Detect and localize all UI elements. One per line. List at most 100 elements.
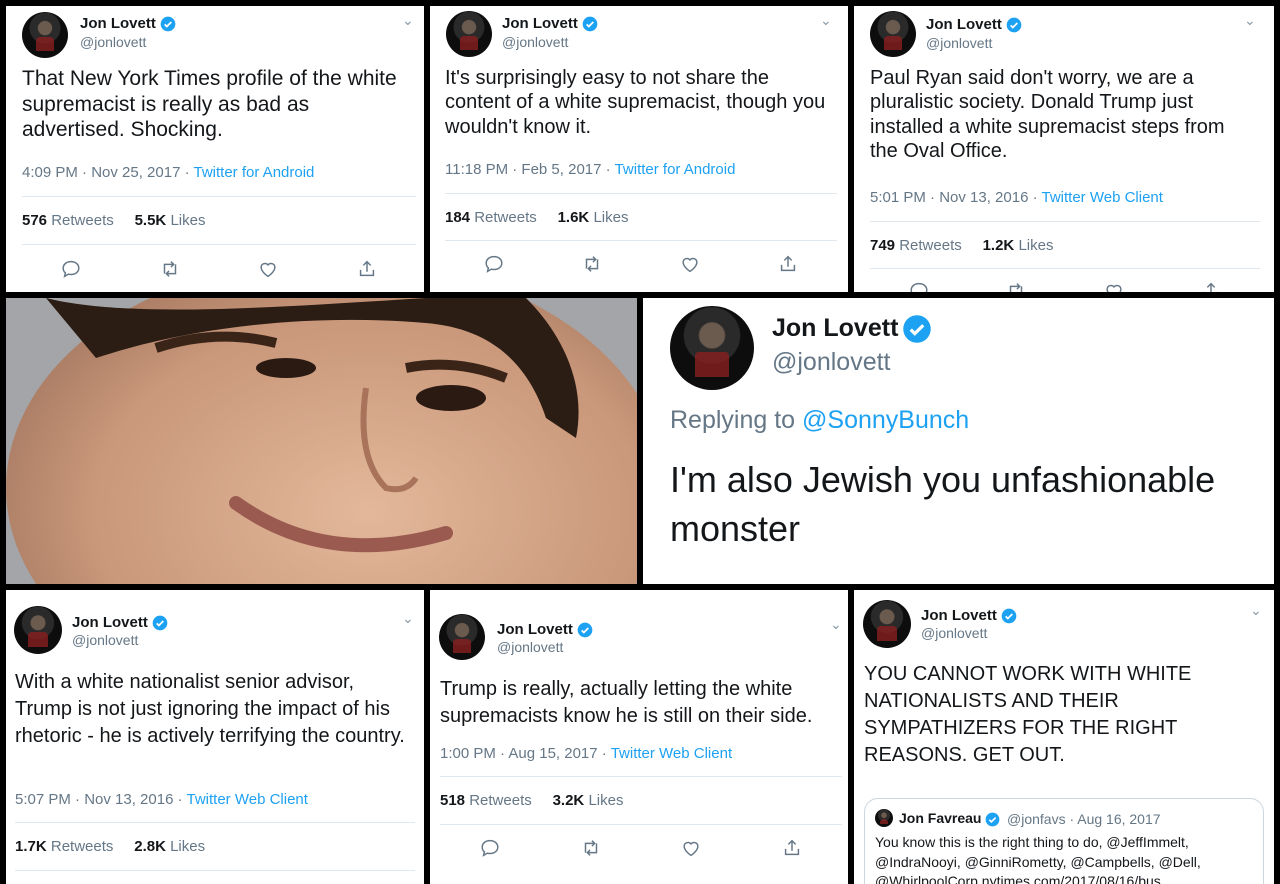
- author-name[interactable]: Jon Lovett: [72, 614, 168, 631]
- retweet-count[interactable]: 184: [445, 209, 470, 226]
- tweet-text: I'm also Jewish you unfashionable monste…: [670, 459, 1216, 549]
- retweet-count[interactable]: 518: [440, 792, 465, 809]
- tweet-card-5[interactable]: Jon Lovett @jonlovett ⌄ Trump is really,…: [430, 590, 848, 884]
- like-count[interactable]: 2.8K: [134, 838, 166, 855]
- quoted-tweet[interactable]: Jon Favreau @jonfavs · Aug 16, 2017 You …: [864, 798, 1264, 884]
- like-count[interactable]: 1.6K: [558, 209, 590, 226]
- reply-icon[interactable]: [483, 253, 505, 275]
- divider: [22, 196, 416, 197]
- avatar[interactable]: [446, 11, 492, 57]
- divider: [440, 824, 842, 825]
- reply-icon[interactable]: [479, 837, 501, 859]
- quoted-author-avatar[interactable]: [875, 809, 893, 827]
- author-handle[interactable]: @jonlovett: [72, 632, 138, 648]
- retweet-count[interactable]: 576: [22, 212, 47, 229]
- author-name-text: Jon Lovett: [72, 614, 148, 631]
- retweet-count[interactable]: 749: [870, 237, 895, 254]
- like-count[interactable]: 5.5K: [135, 212, 167, 229]
- tweet-text: With a white nationalist senior advisor,…: [15, 671, 405, 747]
- retweet-icon[interactable]: [581, 253, 603, 275]
- author-handle[interactable]: @jonlovett: [926, 35, 992, 51]
- retweets-label: Retweets: [469, 792, 532, 809]
- replying-to: Replying to @SonnyBunch: [670, 406, 969, 435]
- author-name[interactable]: Jon Lovett: [80, 15, 176, 32]
- tweet-text: It's surprisingly easy to not share the …: [445, 67, 826, 138]
- author-handle[interactable]: @jonlovett: [80, 34, 146, 50]
- share-icon[interactable]: [777, 253, 799, 275]
- tweet-source-link[interactable]: Twitter Web Client: [611, 745, 732, 762]
- like-count[interactable]: 1.2K: [983, 237, 1015, 254]
- verified-badge-icon: [577, 622, 593, 638]
- chevron-down-icon[interactable]: ⌄: [402, 610, 414, 627]
- reply-tweet-card[interactable]: Jon Lovett @jonlovett Replying to @Sonny…: [643, 298, 1274, 584]
- tweet-card-3[interactable]: Jon Lovett @jonlovett ⌄ Paul Ryan said d…: [854, 6, 1274, 292]
- tweet-timestamp: 4:09 PM · Nov 25, 2017 · Twitter for And…: [22, 164, 314, 181]
- divider: [870, 221, 1260, 222]
- like-heart-icon[interactable]: [679, 253, 701, 275]
- avatar[interactable]: [14, 606, 62, 654]
- tweet-source-link[interactable]: Twitter for Android: [194, 164, 315, 181]
- share-icon[interactable]: [356, 258, 378, 280]
- like-heart-icon[interactable]: [680, 837, 702, 859]
- divider: [870, 268, 1260, 269]
- chevron-down-icon[interactable]: ⌄: [1250, 602, 1262, 619]
- likes-label: Likes: [588, 792, 624, 809]
- share-icon[interactable]: [1200, 280, 1222, 292]
- retweet-icon[interactable]: [580, 837, 602, 859]
- verified-badge-icon: [160, 16, 176, 32]
- tweet-timestamp: 5:07 PM · Nov 13, 2016 · Twitter Web Cli…: [15, 791, 308, 808]
- retweets-label: Retweets: [51, 212, 114, 229]
- like-heart-icon[interactable]: [257, 258, 279, 280]
- author-name[interactable]: Jon Lovett: [497, 621, 593, 638]
- avatar[interactable]: [22, 12, 68, 58]
- portrait-illustration: [6, 298, 637, 584]
- author-handle[interactable]: @jonlovett: [497, 639, 563, 655]
- tweet-card-2[interactable]: Jon Lovett @jonlovett ⌄ It's surprisingl…: [430, 6, 848, 292]
- chevron-down-icon[interactable]: ⌄: [820, 12, 832, 29]
- author-handle[interactable]: @jonlovett: [502, 34, 568, 50]
- tweet-time: 4:09 PM · Nov 25, 2017 ·: [22, 164, 190, 181]
- divider: [440, 776, 842, 777]
- author-name[interactable]: Jon Lovett: [926, 16, 1022, 33]
- tweet-time: 1:00 PM · Aug 15, 2017 ·: [440, 745, 607, 762]
- chevron-down-icon[interactable]: ⌄: [402, 12, 414, 29]
- reply-icon[interactable]: [908, 280, 930, 292]
- tweet-source-link[interactable]: Twitter for Android: [615, 161, 736, 178]
- share-icon[interactable]: [781, 837, 803, 859]
- tweet-source-link[interactable]: Twitter Web Client: [1042, 189, 1163, 206]
- tweet-card-1[interactable]: Jon Lovett @jonlovett ⌄ That New York Ti…: [6, 6, 424, 292]
- retweet-count[interactable]: 1.7K: [15, 838, 47, 855]
- divider: [445, 240, 837, 241]
- author-name-text: Jon Lovett: [926, 16, 1002, 33]
- tweet-card-4[interactable]: Jon Lovett @jonlovett ⌄ With a white nat…: [6, 590, 424, 884]
- avatar[interactable]: [670, 306, 754, 390]
- divider: [15, 870, 415, 871]
- avatar[interactable]: [870, 11, 916, 57]
- quoted-author-name[interactable]: Jon Favreau: [899, 810, 1000, 827]
- like-heart-icon[interactable]: [1103, 280, 1125, 292]
- avatar[interactable]: [439, 614, 485, 660]
- tweet-actions: [870, 280, 1260, 292]
- author-handle[interactable]: @jonlovett: [772, 348, 891, 377]
- author-name[interactable]: Jon Lovett: [772, 314, 932, 344]
- tweet-actions: [22, 258, 416, 280]
- author-name[interactable]: Jon Lovett: [502, 15, 598, 32]
- author-name[interactable]: Jon Lovett: [921, 607, 1017, 624]
- author-name-text: Jon Lovett: [80, 15, 156, 32]
- replying-to-handle-link[interactable]: @SonnyBunch: [802, 406, 969, 434]
- tweet-stats: 184 Retweets 1.6K Likes: [445, 209, 628, 226]
- chevron-down-icon[interactable]: ⌄: [1244, 12, 1256, 29]
- retweet-icon[interactable]: [1005, 280, 1027, 292]
- retweet-icon[interactable]: [159, 258, 181, 280]
- avatar[interactable]: [863, 600, 911, 648]
- tweet-time: 5:01 PM · Nov 13, 2016 ·: [870, 189, 1038, 206]
- quoted-author-handle[interactable]: @jonfavs · Aug 16, 2017: [1007, 811, 1161, 827]
- tweet-source-link[interactable]: Twitter Web Client: [187, 791, 308, 808]
- like-count[interactable]: 3.2K: [553, 792, 585, 809]
- chevron-down-icon[interactable]: ⌄: [830, 616, 842, 633]
- reply-icon[interactable]: [60, 258, 82, 280]
- author-handle[interactable]: @jonlovett: [921, 625, 987, 641]
- tweet-text: Trump is really, actually letting the wh…: [440, 678, 813, 727]
- verified-badge-icon: [1001, 608, 1017, 624]
- tweet-card-6[interactable]: Jon Lovett @jonlovett ⌄ YOU CANNOT WORK …: [854, 590, 1274, 884]
